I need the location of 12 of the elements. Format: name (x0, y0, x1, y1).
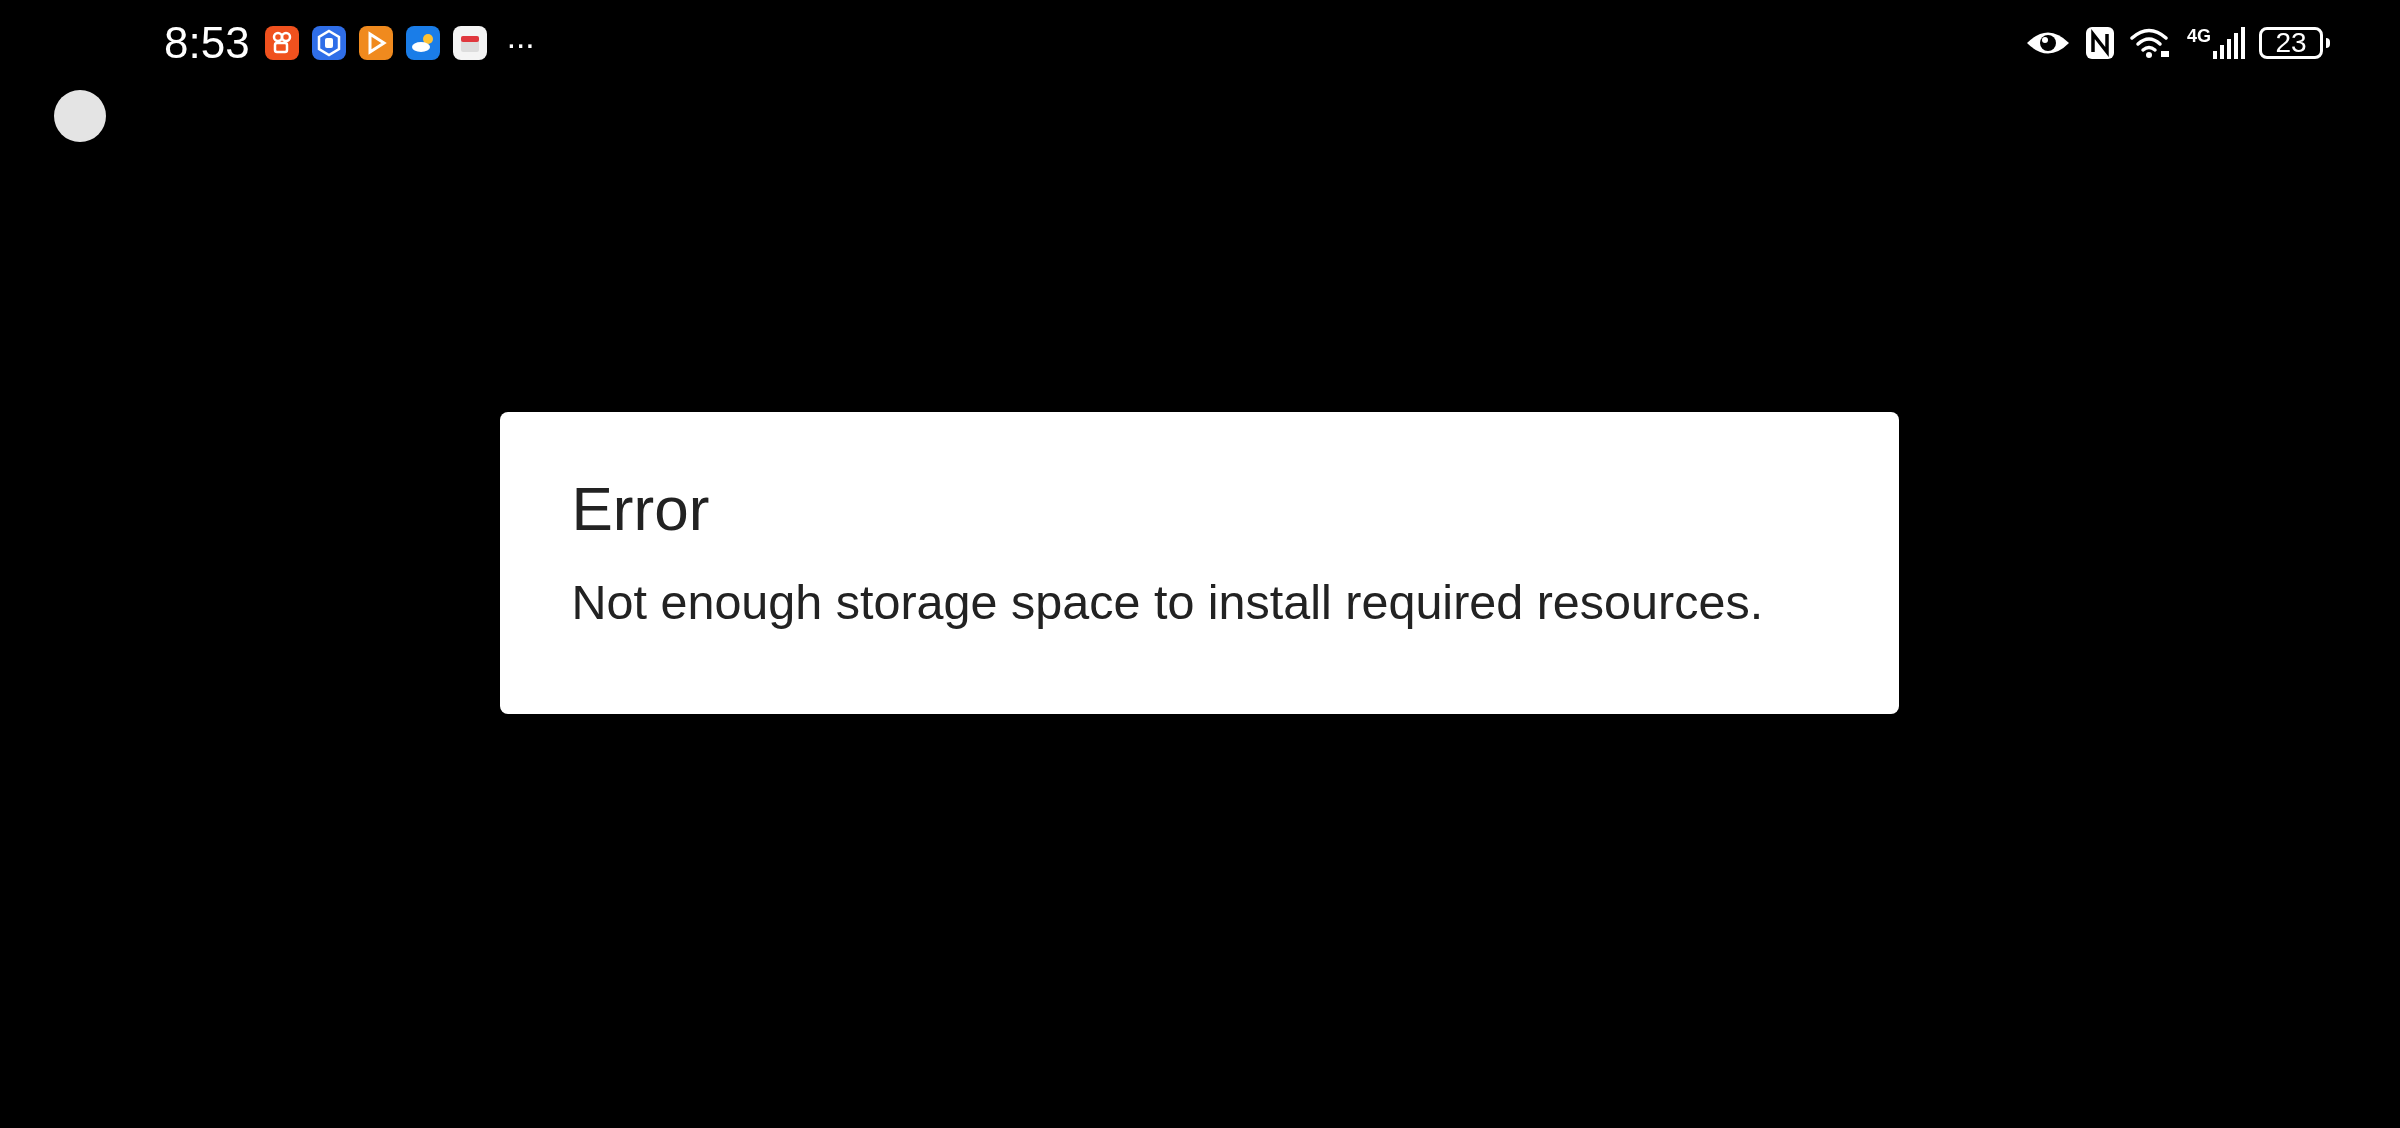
dialog-message: Not enough storage space to install required resources. (571, 578, 1765, 627)
more-notifications: ··· (505, 26, 534, 60)
box-app-icon (452, 26, 487, 60)
nfc-icon (2085, 26, 2115, 60)
battery-level: 23 (2275, 30, 2307, 56)
play-app-icon (358, 26, 393, 60)
network-type: 4G (2187, 27, 2211, 45)
video-app-icon (264, 26, 299, 60)
signal-icon (2213, 27, 2245, 59)
dialog-title: Error (571, 478, 711, 540)
weather-app-icon (405, 26, 440, 60)
status-time: 8:53 (164, 21, 250, 65)
